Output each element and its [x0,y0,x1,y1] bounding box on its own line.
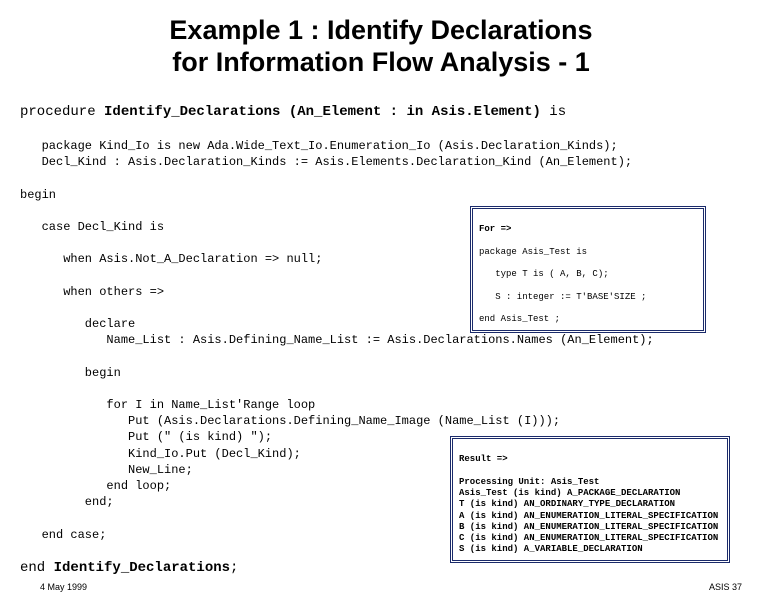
code-line: case Decl_Kind is [20,220,164,234]
box-line: S : integer := T'BASE'SIZE ; [479,292,646,302]
footer-page: ASIS 37 [709,582,742,592]
box-line: A (is kind) AN_ENUMERATION_LITERAL_SPECI… [459,511,718,521]
box-heading: For => [479,224,511,234]
slide-title: Example 1 : Identify Declarations for In… [40,14,722,79]
semi: ; [230,560,238,576]
code-line: Name_List : Asis.Defining_Name_List := A… [20,333,654,347]
code-line: Put (Asis.Declarations.Defining_Name_Ima… [20,414,560,428]
code-line: Decl_Kind : Asis.Declaration_Kinds := As… [20,155,632,169]
box-line: B (is kind) AN_ENUMERATION_LITERAL_SPECI… [459,522,718,532]
code-line: when others => [20,285,164,299]
code-line: begin [20,366,121,380]
code-line: end; [20,495,114,509]
box-heading: Result => [459,454,508,464]
box-line: S (is kind) A_VARIABLE_DECLARATION [459,544,643,554]
code-line: end loop; [20,479,171,493]
kw-procedure: procedure [20,104,104,120]
box-line: Asis_Test (is kind) A_PACKAGE_DECLARATIO… [459,488,680,498]
code-line: end case; [20,528,106,542]
code-line: Put (" (is kind) "); [20,430,272,444]
code-line: Kind_Io.Put (Decl_Kind); [20,447,301,461]
footer-date: 4 May 1999 [40,582,87,592]
box-line: C (is kind) AN_ENUMERATION_LITERAL_SPECI… [459,533,718,543]
code-line: New_Line; [20,463,193,477]
kw-is: is [549,104,566,120]
box-line: type T is ( A, B, C); [479,269,609,279]
proc-signature: Identify_Declarations (An_Element : in A… [104,104,549,120]
code-line: declare [20,317,135,331]
result-example-box: Result => Processing Unit: Asis_Test Asi… [450,436,730,563]
title-line-2: for Information Flow Analysis - 1 [172,47,590,77]
code-line: for I in Name_List'Range loop [20,398,315,412]
title-line-1: Example 1 : Identify Declarations [169,15,592,45]
code-line: begin [20,188,56,202]
proc-name-end: Identify_Declarations [54,560,230,576]
code-line: when Asis.Not_A_Declaration => null; [20,252,322,266]
code-line: package Kind_Io is new Ada.Wide_Text_Io.… [20,139,618,153]
box-line: Processing Unit: Asis_Test [459,477,599,487]
box-line: package Asis_Test is [479,247,587,257]
box-line: end Asis_Test ; [479,314,560,324]
kw-end: end [20,560,54,576]
input-example-box: For => package Asis_Test is type T is ( … [470,206,706,333]
box-line: T (is kind) AN_ORDINARY_TYPE_DECLARATION [459,499,675,509]
